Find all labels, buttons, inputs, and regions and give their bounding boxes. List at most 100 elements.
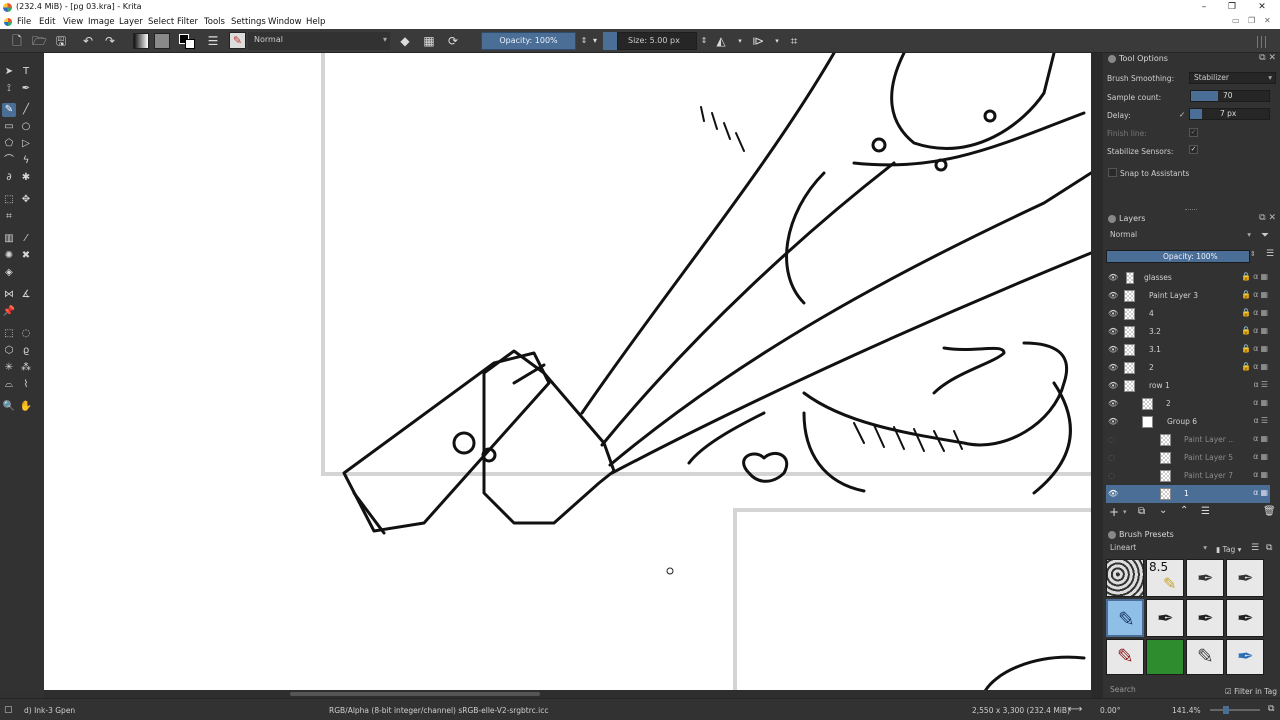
menu-layer[interactable]: Layer xyxy=(119,17,143,27)
brush-preset-ink-2[interactable]: ✒ xyxy=(1186,599,1224,637)
move-layer-down-icon[interactable]: ⌄ xyxy=(1159,505,1167,516)
undo-icon[interactable]: ↶ xyxy=(81,34,95,48)
hidden-visibility-icon[interactable]: ◌ xyxy=(1108,453,1117,462)
layer-flags-icon[interactable]: 🔒α▦ xyxy=(1241,362,1270,371)
reload-preset-icon[interactable]: ⟳ xyxy=(446,34,460,48)
layer-group-row[interactable]: 👁 Group 6 α☰ xyxy=(1106,413,1270,431)
menu-tools[interactable]: Tools xyxy=(204,17,225,27)
delay-checkbox[interactable]: ✓ xyxy=(1179,110,1185,119)
visibility-icon[interactable]: 👁 xyxy=(1108,417,1118,426)
add-layer-menu-icon[interactable]: ▾ xyxy=(1123,508,1127,516)
menu-image[interactable]: Image xyxy=(88,17,115,27)
brush-tag-select[interactable]: Lineart ▾ xyxy=(1106,543,1210,555)
filter-in-tag-checkbox[interactable]: ☑ Filter in Tag xyxy=(1225,687,1277,696)
mirror-menu-icon[interactable]: ▾ xyxy=(733,34,747,48)
layer-flags-icon[interactable]: α☰ xyxy=(1249,416,1270,425)
add-layer-icon[interactable]: + xyxy=(1109,505,1119,519)
hidden-visibility-icon[interactable]: ◌ xyxy=(1108,471,1117,480)
layer-row[interactable]: 👁 2 🔒α▦ xyxy=(1106,359,1270,377)
ellipse-tool-icon[interactable]: ○ xyxy=(19,120,33,134)
layer-row[interactable]: 👁 glasses 🔒α▦ xyxy=(1106,269,1270,287)
menu-filter[interactable]: Filter xyxy=(177,17,198,27)
bezier-select-tool-icon[interactable]: ⌓ xyxy=(2,378,16,392)
measure-tool-icon[interactable]: ∡ xyxy=(19,288,33,302)
background-color[interactable] xyxy=(185,39,195,49)
brush-preset-pencil[interactable]: ✎ xyxy=(1186,639,1224,675)
layer-opacity-slider[interactable]: Opacity: 100% xyxy=(1106,250,1250,263)
mirror-vertical-menu-icon[interactable]: ▾ xyxy=(770,34,784,48)
rotation-value[interactable]: 0.00° xyxy=(1100,706,1120,715)
size-slider-fill[interactable] xyxy=(603,32,617,50)
tag-button[interactable]: ▮ Tag ▾ xyxy=(1216,545,1241,554)
new-document-icon[interactable]: 🗋 xyxy=(10,34,24,48)
scrollbar-thumb[interactable] xyxy=(290,692,540,696)
rotate-canvas-icon[interactable]: ⟷ xyxy=(1068,704,1082,715)
menu-view[interactable]: View xyxy=(63,17,83,27)
layer-flags-icon[interactable]: α▦ xyxy=(1249,398,1270,407)
stabilize-sensors-checkbox[interactable]: ✓ xyxy=(1189,145,1198,154)
visibility-icon[interactable]: 👁 xyxy=(1108,345,1118,354)
menu-help[interactable]: Help xyxy=(306,17,325,27)
brush-preset-ink[interactable]: ✒ xyxy=(1146,599,1184,637)
wrap-around-icon[interactable]: ⌗ xyxy=(787,34,801,48)
gradient-swatch[interactable] xyxy=(133,33,149,49)
line-tool-icon[interactable]: ╱ xyxy=(19,103,33,117)
layer-flags-icon[interactable]: α☰ xyxy=(1249,380,1270,389)
smart-patch-tool-icon[interactable]: ✖ xyxy=(19,249,33,263)
freehand-brush-tool-icon[interactable]: ✎ xyxy=(2,103,16,117)
layer-row[interactable]: 👁 2 α▦ xyxy=(1106,395,1270,413)
layer-flags-icon[interactable]: 🔒α▦ xyxy=(1241,326,1270,335)
layer-menu-icon[interactable]: ☰ xyxy=(1266,249,1274,259)
brush-preset-texture[interactable] xyxy=(1106,559,1144,597)
open-document-icon[interactable]: 🗁 xyxy=(32,34,47,48)
bezier-tool-icon[interactable]: ⌒ xyxy=(2,154,16,168)
color-space-status[interactable]: RGB/Alpha (8-bit integer/channel) sRGB-e… xyxy=(329,706,548,715)
brush-preset-pen-2[interactable]: ✒ xyxy=(1226,559,1264,597)
layer-blend-mode-select[interactable]: Normal ▾ xyxy=(1106,230,1254,242)
visibility-icon[interactable]: 👁 xyxy=(1108,363,1118,372)
colorize-mask-tool-icon[interactable]: ✺ xyxy=(2,249,16,263)
menu-file[interactable]: File xyxy=(17,17,31,27)
zoom-tool-icon[interactable]: 🔍 xyxy=(2,400,16,414)
menu-select[interactable]: Select xyxy=(148,17,174,27)
visibility-icon[interactable]: 👁 xyxy=(1108,381,1118,390)
menu-restore-icon[interactable]: ❐ xyxy=(1248,16,1255,25)
canvas-vertical-scrollbar[interactable] xyxy=(1091,53,1103,698)
polyline-tool-icon[interactable]: ▷ xyxy=(19,137,33,151)
rectangle-tool-icon[interactable]: ▭ xyxy=(2,120,16,134)
similar-select-tool-icon[interactable]: ⁂ xyxy=(19,361,33,375)
layer-row[interactable]: ◌ Paint Layer 7 α▦ xyxy=(1106,467,1270,485)
freehand-path-tool-icon[interactable]: ϟ xyxy=(19,154,33,168)
menu-close-icon[interactable]: ✕ xyxy=(1264,16,1271,25)
reference-tool-icon[interactable]: 📌 xyxy=(2,305,16,319)
brush-preset-pen[interactable]: ✒ xyxy=(1186,559,1224,597)
layers-float-close-icon[interactable]: ⧉ ✕ xyxy=(1259,213,1276,223)
layer-opacity-spin-icon[interactable]: ⇕ xyxy=(1250,250,1256,258)
snap-assistants-checkbox[interactable] xyxy=(1108,168,1117,177)
layer-row[interactable]: 👁 3.1 🔒α▦ xyxy=(1106,341,1270,359)
multibrush-tool-icon[interactable]: ✱ xyxy=(19,171,33,185)
contiguous-select-tool-icon[interactable]: ✳ xyxy=(2,361,16,375)
finish-line-checkbox[interactable]: ✓ xyxy=(1189,128,1198,137)
brush-preset-marker[interactable]: ✎ xyxy=(1106,639,1144,675)
size-slider[interactable]: Size: 5.00 px xyxy=(617,32,697,50)
brush-settings-icon[interactable]: ☰ xyxy=(206,34,220,48)
brush-search-input[interactable]: Search xyxy=(1106,685,1219,697)
layer-flags-icon[interactable]: 🔒α▦ xyxy=(1241,272,1270,281)
polygon-tool-icon[interactable]: ⬠ xyxy=(2,137,16,151)
brush-preset-selected[interactable]: ✎ xyxy=(1106,599,1144,637)
visibility-icon[interactable]: 👁 xyxy=(1108,309,1118,318)
alpha-lock-icon[interactable]: ▦ xyxy=(422,34,436,48)
transform-tool-icon[interactable]: ⬚ xyxy=(2,193,16,207)
hidden-visibility-icon[interactable]: ◌ xyxy=(1108,435,1117,444)
redo-icon[interactable]: ↷ xyxy=(103,34,117,48)
visibility-icon[interactable]: 👁 xyxy=(1108,327,1118,336)
eraser-toggle-icon[interactable]: ◆ xyxy=(398,34,412,48)
zoom-value[interactable]: 141.4% xyxy=(1172,706,1201,715)
ellipse-select-tool-icon[interactable]: ◌ xyxy=(19,327,33,341)
select-shapes-tool-icon[interactable]: ➤ xyxy=(2,65,16,79)
size-spin-icon[interactable]: ⇕ xyxy=(697,34,711,48)
statusbar-menu-icon[interactable]: ⧉ xyxy=(1268,704,1274,714)
layer-row[interactable]: ◌ Paint Layer ... α▦ xyxy=(1106,431,1270,449)
layer-row[interactable]: ◌ Paint Layer 5 α▦ xyxy=(1106,449,1270,467)
